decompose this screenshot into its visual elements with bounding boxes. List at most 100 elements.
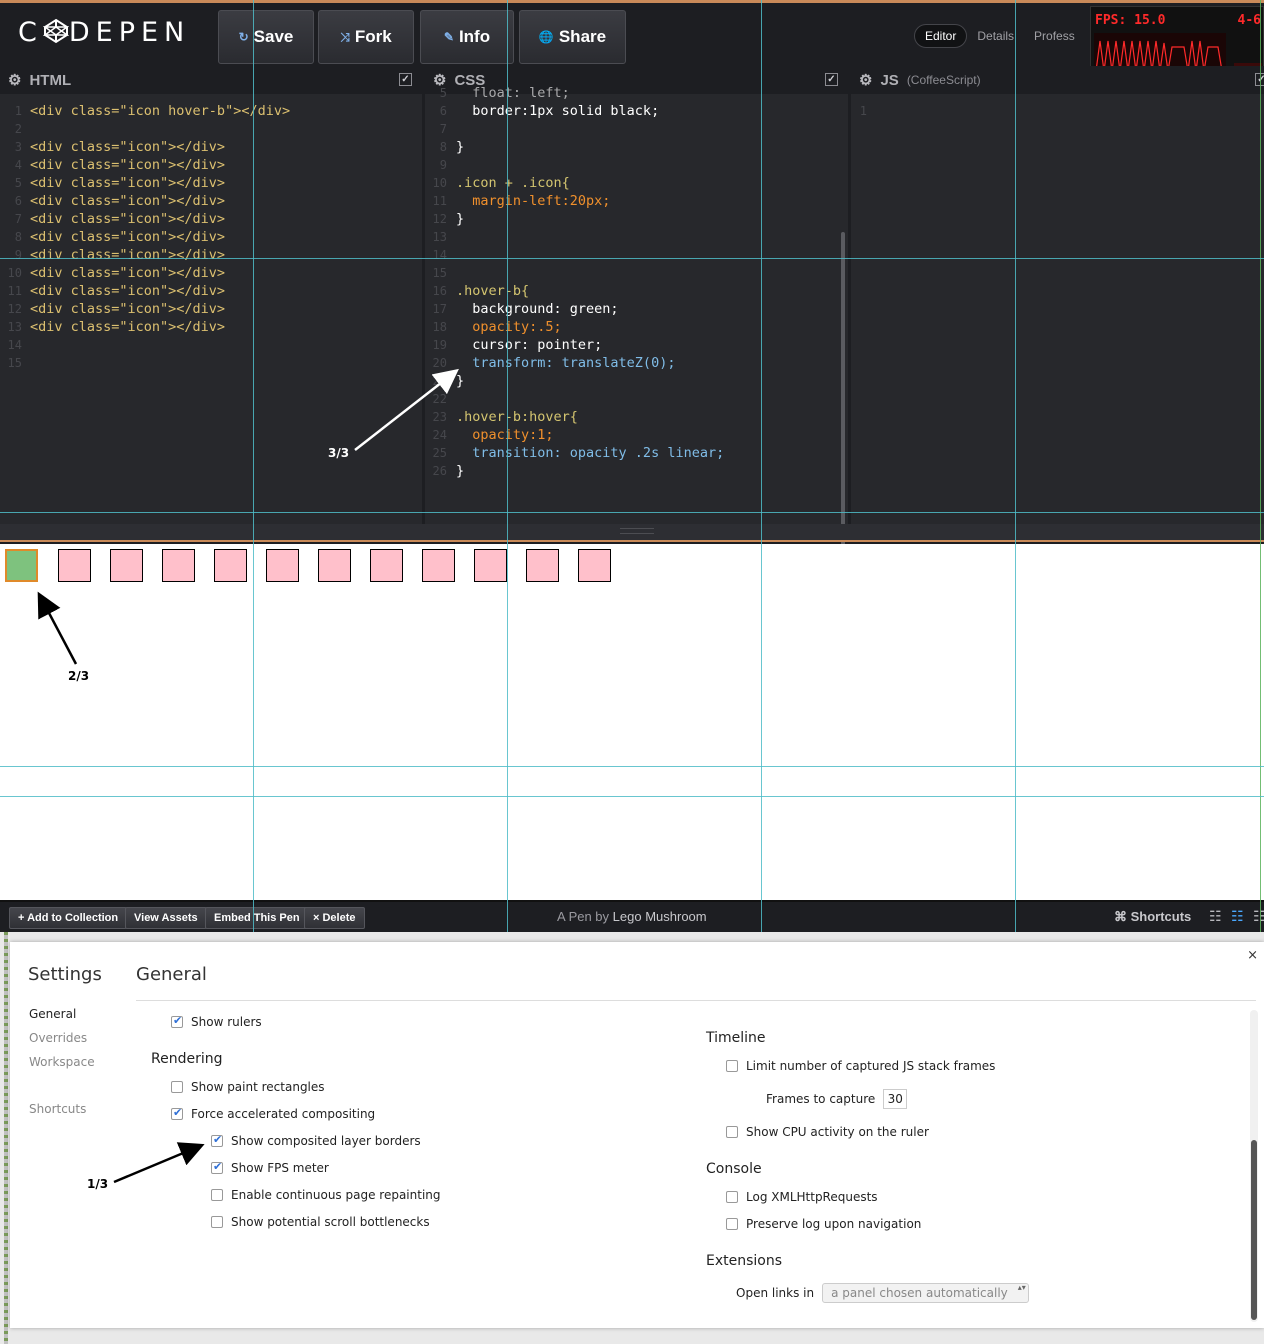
- show-rulers-option[interactable]: Show rulers: [171, 1014, 262, 1029]
- info-button[interactable]: ✎ Info: [420, 10, 514, 64]
- layer-border-line: [1015, 0, 1016, 932]
- save-label: Save: [253, 27, 294, 46]
- icon-box: [110, 549, 143, 582]
- html-pane[interactable]: ⚙ HTML ✓ 1 2 3 4 5 6 7 8 9 10 11 12 13 1…: [0, 66, 422, 524]
- credit-prefix: A Pen by: [557, 909, 610, 924]
- fps-meter-option[interactable]: Show FPS meter: [211, 1160, 329, 1175]
- log-xhr-option[interactable]: Log XMLHttpRequests: [726, 1190, 878, 1204]
- view-assets-button[interactable]: View Assets: [125, 907, 207, 929]
- scroll-bottlenecks-option[interactable]: Show potential scroll bottlenecks: [211, 1215, 430, 1229]
- nav-general[interactable]: General: [29, 1007, 76, 1021]
- show-rulers-checkbox[interactable]: [171, 1014, 183, 1028]
- open-links-select[interactable]: a panel chosen automatically: [822, 1283, 1029, 1303]
- js-pane-title: JS: [880, 71, 899, 89]
- tab-professor[interactable]: Profess: [1024, 25, 1085, 47]
- code-line: }: [456, 373, 465, 389]
- checkbox-icon[interactable]: ✓: [825, 73, 838, 86]
- option-label: Log XMLHttpRequests: [746, 1190, 878, 1204]
- code-line: opacity:.5;: [456, 319, 562, 335]
- editor-resizer[interactable]: [0, 524, 1264, 542]
- preview-frame[interactable]: [0, 544, 1264, 900]
- option-checkbox[interactable]: [726, 1218, 738, 1230]
- option-checkbox[interactable]: [171, 1106, 183, 1120]
- resize-grip-icon[interactable]: [620, 528, 654, 534]
- option-label: Enable continuous page repainting: [231, 1188, 441, 1202]
- frames-to-capture-field: Frames to capture 30: [766, 1089, 908, 1109]
- code-line: }: [456, 463, 465, 479]
- code-line: <div class="icon hover-b"></div>: [30, 103, 291, 119]
- codepen-logo[interactable]: C DEPEN: [18, 17, 190, 48]
- pen-footer: + Add to Collection View Assets Embed Th…: [0, 900, 1264, 932]
- tab-editor[interactable]: Editor: [914, 24, 968, 48]
- preserve-log-option[interactable]: Preserve log upon navigation: [726, 1217, 921, 1231]
- annotation-step-2: 2/3: [68, 669, 90, 683]
- layer-border-line: [0, 512, 1264, 513]
- editor-area: ⚙ HTML ✓ 1 2 3 4 5 6 7 8 9 10 11 12 13 1…: [0, 66, 1264, 586]
- rendering-heading: Rendering: [151, 1051, 223, 1067]
- icon-box: [474, 549, 507, 582]
- option-checkbox[interactable]: [211, 1189, 223, 1201]
- settings-scrollbar[interactable]: [1250, 1010, 1258, 1322]
- continuous-repainting-option[interactable]: Enable continuous page repainting: [211, 1188, 441, 1202]
- code-line: cursor: pointer;: [456, 337, 603, 353]
- nav-workspace[interactable]: Workspace: [29, 1055, 95, 1069]
- close-icon[interactable]: ×: [1247, 948, 1258, 963]
- cpu-activity-option[interactable]: Show CPU activity on the ruler: [726, 1125, 929, 1139]
- frames-input[interactable]: 30: [883, 1089, 908, 1109]
- icon-box: [318, 549, 351, 582]
- line-number: 24: [432, 428, 447, 442]
- nav-overrides[interactable]: Overrides: [29, 1031, 87, 1045]
- composited-layer-borders-option[interactable]: Show composited layer borders: [211, 1133, 421, 1148]
- icon-box: [58, 549, 91, 582]
- logo-text-c: C: [18, 17, 43, 48]
- embed-pen-button[interactable]: Embed This Pen: [205, 907, 309, 929]
- option-checkbox[interactable]: [726, 1060, 738, 1072]
- fps-value: FPS: 15.0: [1095, 13, 1166, 28]
- gear-icon[interactable]: ⚙: [859, 71, 872, 89]
- option-checkbox[interactable]: [171, 1081, 183, 1093]
- code-line: <div class="icon"></div>: [30, 283, 226, 299]
- gear-icon[interactable]: ⚙: [8, 71, 21, 89]
- option-checkbox[interactable]: [726, 1126, 738, 1138]
- option-checkbox[interactable]: [211, 1160, 223, 1174]
- line-number: 21: [432, 374, 447, 388]
- layout-left-icon[interactable]: ☷: [1209, 909, 1223, 923]
- code-line: <div class="icon"></div>: [30, 193, 226, 209]
- share-button[interactable]: 🌐 Share: [519, 10, 626, 64]
- code-line: transition: opacity .2s linear;: [456, 445, 725, 461]
- line-number: 16: [432, 284, 447, 298]
- timeline-frames-strip: [4, 932, 8, 1344]
- layer-border-line: [0, 258, 1264, 259]
- hover-icon[interactable]: [5, 549, 38, 582]
- delete-button[interactable]: × Delete: [304, 907, 365, 929]
- nav-shortcuts[interactable]: Shortcuts: [29, 1102, 86, 1116]
- code-line: .icon + .icon{: [456, 175, 570, 191]
- divider: [136, 1000, 1256, 1001]
- limit-stack-frames-option[interactable]: Limit number of captured JS stack frames: [726, 1059, 995, 1073]
- js-pane[interactable]: ⚙ JS (CoffeeScript) ✓ 1: [851, 66, 1264, 524]
- globe-icon: 🌐: [538, 30, 554, 44]
- line-number: 20: [432, 356, 447, 370]
- option-label: Show rulers: [191, 1015, 262, 1029]
- css-pane[interactable]: ⚙ CSS ✓ 5 6 7 8 9 10 11 12 13 14 15 16 1…: [425, 66, 848, 524]
- layout-right-icon[interactable]: ☷: [1253, 909, 1264, 923]
- option-checkbox[interactable]: [726, 1191, 738, 1203]
- extensions-heading: Extensions: [706, 1253, 783, 1269]
- code-line: transform: translateZ(0);: [456, 355, 676, 371]
- option-checkbox[interactable]: [211, 1216, 223, 1228]
- html-pane-title: HTML: [29, 71, 72, 89]
- fork-label: Fork: [354, 27, 392, 46]
- accelerated-compositing-option[interactable]: Force accelerated compositing: [171, 1106, 375, 1121]
- layout-top-icon[interactable]: ☷: [1231, 909, 1245, 923]
- line-number: 14: [7, 338, 22, 352]
- scrollbar-thumb[interactable]: [1251, 1140, 1257, 1320]
- fork-button[interactable]: ⤨ Fork: [318, 10, 414, 64]
- checkbox-icon[interactable]: ✓: [399, 73, 412, 86]
- author-link[interactable]: Lego Mushroom: [613, 909, 707, 924]
- paint-rectangles-option[interactable]: Show paint rectangles: [171, 1080, 325, 1094]
- code-line: .hover-b{: [456, 283, 530, 299]
- shortcuts-button[interactable]: ⌘ Shortcuts: [1114, 909, 1191, 925]
- option-checkbox[interactable]: [211, 1133, 223, 1147]
- add-to-collection-button[interactable]: + Add to Collection: [9, 907, 128, 929]
- save-button[interactable]: ↻ Save: [218, 10, 314, 64]
